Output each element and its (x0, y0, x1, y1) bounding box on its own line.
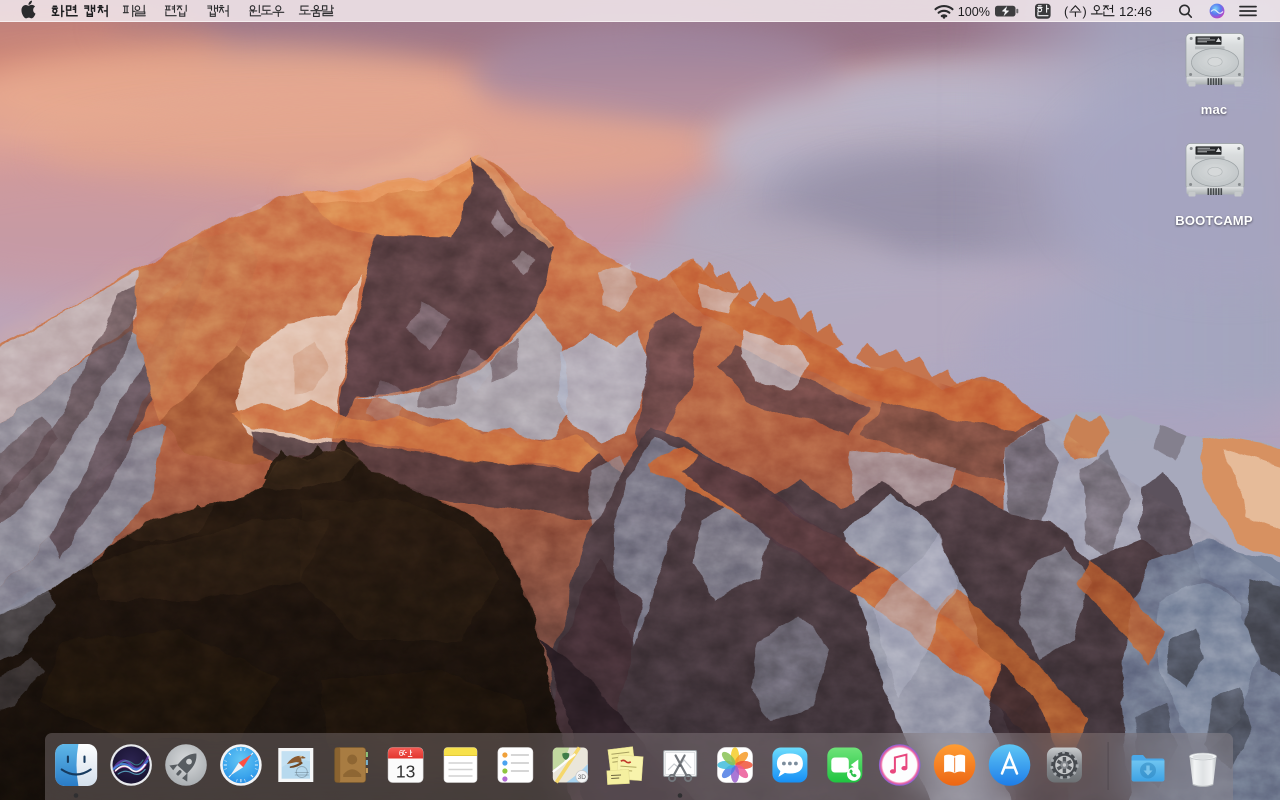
svg-text:100%: 100% (958, 5, 990, 19)
svg-text:12:46: 12:46 (1119, 4, 1152, 19)
svg-text:3D: 3D (578, 774, 587, 781)
svg-text:13: 13 (396, 762, 415, 782)
svg-text:(: ( (1064, 5, 1069, 19)
svg-text:): ) (1083, 5, 1087, 19)
